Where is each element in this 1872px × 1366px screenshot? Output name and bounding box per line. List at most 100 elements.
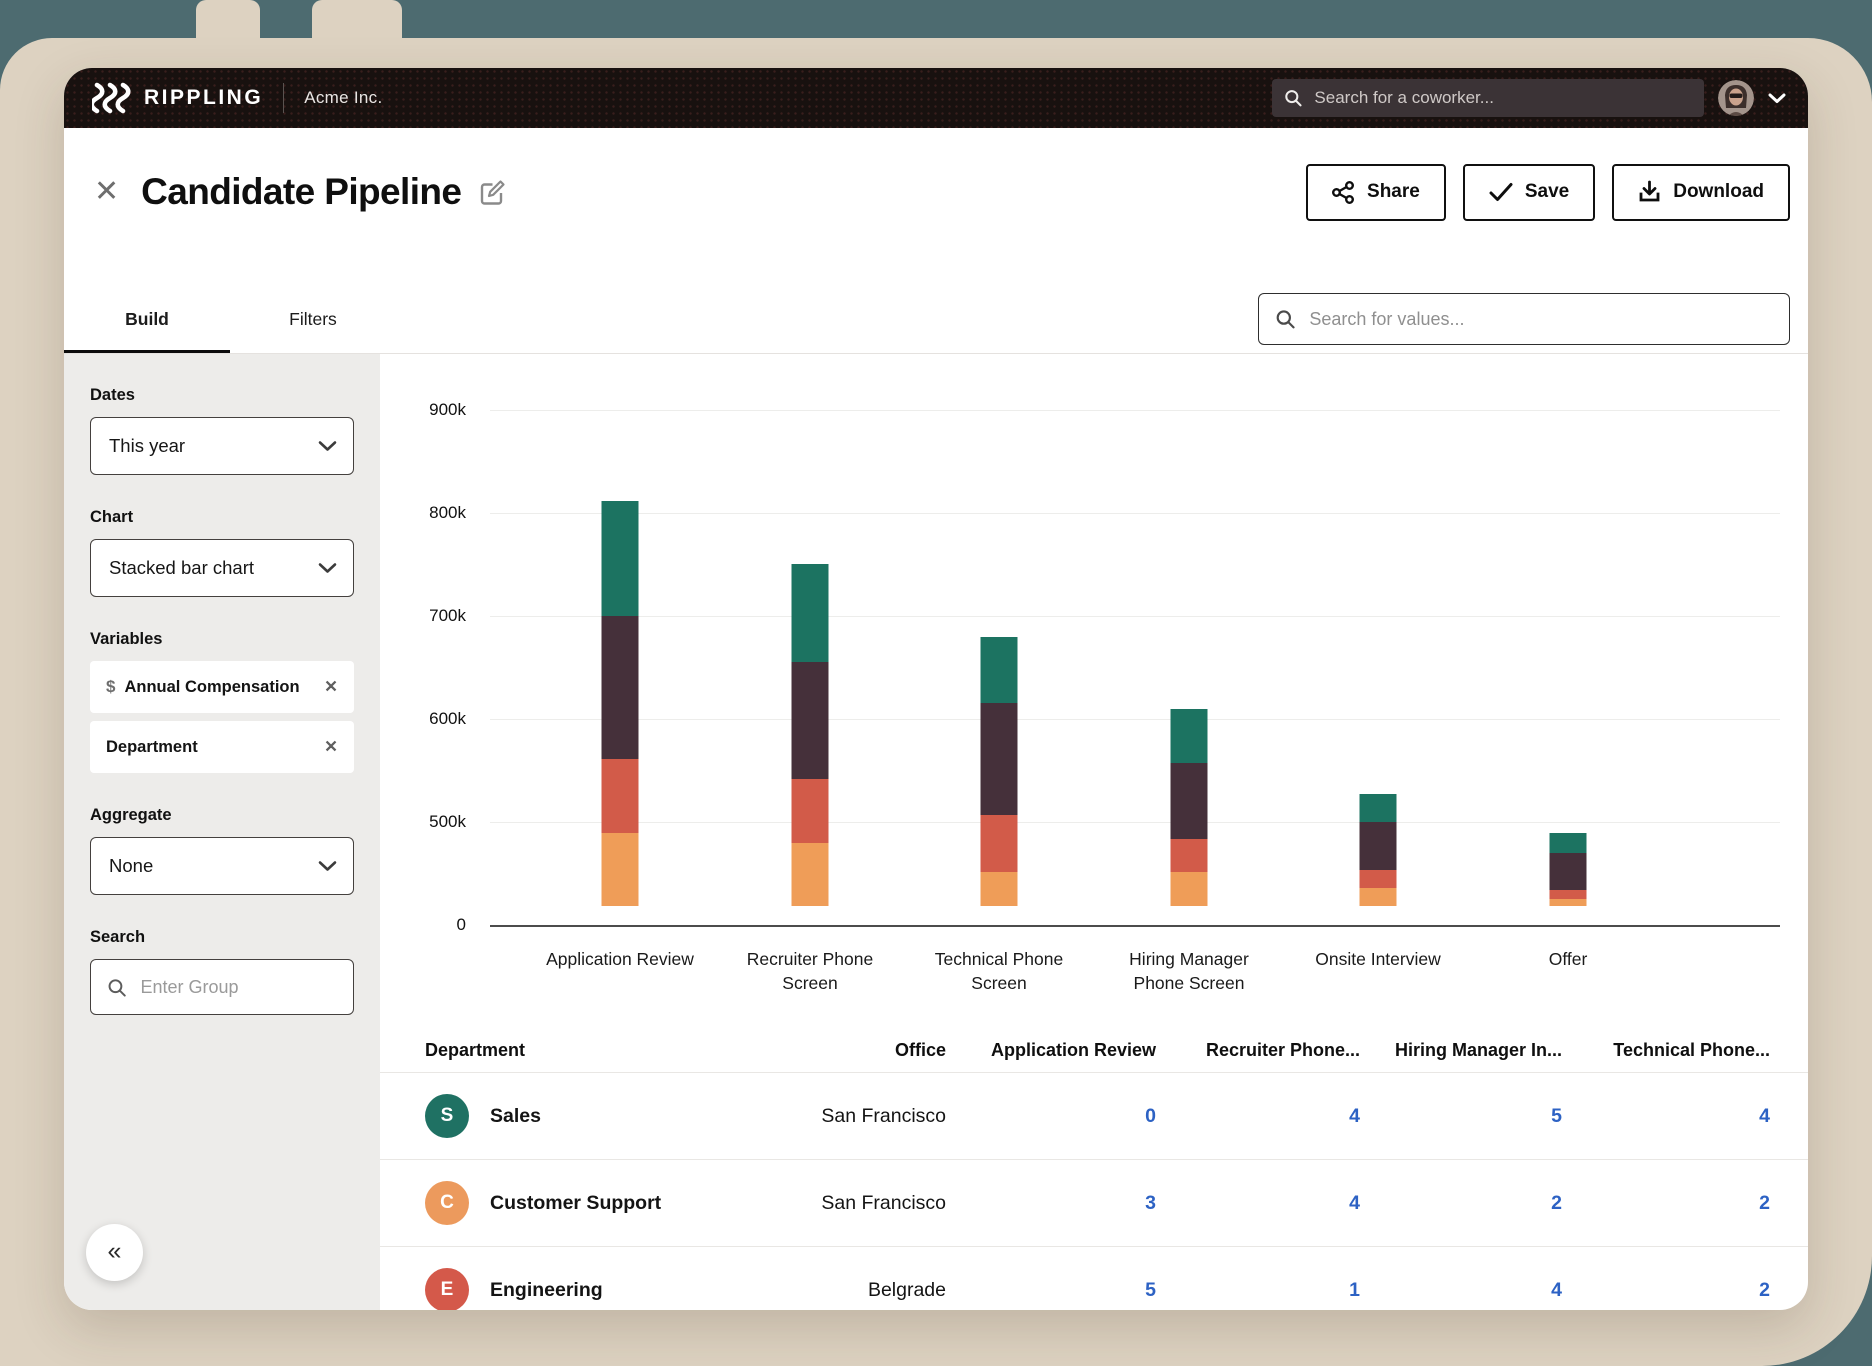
download-button-label: Download [1673,181,1764,203]
gridline [490,822,1780,823]
bar-segment-maroon[interactable] [1360,822,1397,870]
table-header-cell: Recruiter Phone... [1156,1040,1360,1061]
bar-segment-maroon[interactable] [981,703,1018,815]
bar-segment-red[interactable] [1360,870,1397,888]
share-button-label: Share [1367,181,1420,203]
report-title-row: ✕ Candidate Pipeline Share [64,128,1808,256]
stage-count-cell[interactable]: 2 [1360,1192,1562,1215]
bar-segment-orange[interactable] [602,833,639,906]
backdrop-tab-decoration [196,0,260,42]
save-button[interactable]: Save [1463,164,1595,221]
bar-segment-teal[interactable] [1171,709,1208,763]
bar-segment-red[interactable] [981,815,1018,871]
variable-chip[interactable]: Department ✕ [90,721,354,773]
aggregate-select-value: None [109,855,153,877]
stage-count-cell[interactable]: 4 [1156,1192,1360,1215]
remove-variable-icon[interactable]: ✕ [324,677,338,697]
bar-segment-maroon[interactable] [792,662,829,779]
x-axis-category-label: Recruiter Phone Screen [725,948,895,995]
values-search-input[interactable] [1307,308,1773,331]
table-header-cell: Technical Phone... [1562,1040,1770,1061]
bar-segment-red[interactable] [602,759,639,833]
stage-count-cell[interactable]: 2 [1562,1192,1770,1215]
bar-segment-teal[interactable] [1550,833,1587,854]
x-axis-category-label: Offer [1483,948,1653,972]
table-header-cell: Application Review [946,1040,1156,1061]
bar-segment-maroon[interactable] [1171,763,1208,839]
table-row[interactable]: EEngineeringBelgrade5142 [380,1246,1808,1310]
aggregate-label: Aggregate [90,806,354,825]
save-button-label: Save [1525,181,1569,203]
y-axis-tick-label: 700k [380,606,466,626]
group-search-input[interactable] [138,976,337,999]
bar-segment-maroon[interactable] [602,616,639,759]
values-search[interactable] [1258,293,1790,345]
edit-title-icon[interactable] [479,179,506,206]
stage-count-cell[interactable]: 3 [946,1192,1156,1215]
bar-segment-orange[interactable] [981,872,1018,906]
backdrop-tab-decoration [312,0,402,42]
stage-count-cell[interactable]: 5 [1360,1105,1562,1128]
stage-count-cell[interactable]: 4 [1156,1105,1360,1128]
user-avatar[interactable] [1718,80,1754,116]
brand-wordmark: RIPPLING [144,86,263,110]
chart-type-select[interactable]: Stacked bar chart [90,539,354,597]
table-row[interactable]: CCustomer SupportSan Francisco3422 [380,1159,1808,1246]
bar-segment-teal[interactable] [981,637,1018,703]
bar-segment-maroon[interactable] [1550,853,1587,890]
stage-count-cell[interactable]: 0 [946,1105,1156,1128]
variable-chip[interactable]: $ Annual Compensation ✕ [90,661,354,713]
bar-segment-red[interactable] [1550,890,1587,899]
y-axis-tick-label: 600k [380,709,466,729]
stage-count-cell[interactable]: 4 [1360,1279,1562,1302]
x-axis-category-label: Hiring Manager Phone Screen [1104,948,1274,995]
bar-segment-teal[interactable] [1360,794,1397,822]
account-chevron-down-icon[interactable] [1768,92,1786,104]
table-row[interactable]: SSalesSan Francisco0454 [380,1072,1808,1159]
department-cell: CCustomer Support [425,1181,725,1225]
x-axis-category-label: Technical Phone Screen [914,948,1084,995]
company-name: Acme Inc. [304,88,382,108]
page-title: Candidate Pipeline [141,171,461,213]
bar-segment-orange[interactable] [1550,899,1587,906]
chart-type-select-value: Stacked bar chart [109,557,254,579]
collapse-sidebar-button[interactable]: « [86,1224,143,1281]
variable-chip-label: Annual Compensation [124,678,299,697]
close-icon[interactable]: ✕ [94,177,119,207]
department-name: Engineering [490,1279,603,1302]
dollar-icon: $ [106,677,115,697]
bar-segment-teal[interactable] [792,564,829,661]
coworker-search[interactable] [1272,79,1704,117]
bar-segment-red[interactable] [1171,839,1208,871]
bar-segment-orange[interactable] [792,843,829,906]
table-header-cell: Department [425,1040,725,1061]
y-axis-tick-label: 500k [380,812,466,832]
chevron-down-icon [318,440,337,452]
coworker-search-input[interactable] [1312,87,1692,109]
variable-chip-label: Department [106,738,198,757]
rippling-logo-icon [92,82,132,114]
stage-count-cell[interactable]: 4 [1562,1105,1770,1128]
dates-select[interactable]: This year [90,417,354,475]
tab-build[interactable]: Build [64,286,230,353]
dates-select-value: This year [109,435,185,457]
stage-count-cell[interactable]: 5 [946,1279,1156,1302]
group-search[interactable] [90,959,354,1015]
office-cell: Belgrade [725,1279,946,1302]
topbar-divider [283,83,284,113]
bar-segment-teal[interactable] [602,501,639,615]
tab-filters[interactable]: Filters [230,286,396,353]
bar-segment-orange[interactable] [1360,888,1397,906]
stage-count-cell[interactable]: 2 [1562,1279,1770,1302]
bar-segment-red[interactable] [792,779,829,843]
stage-count-cell[interactable]: 1 [1156,1279,1360,1302]
search-icon [1284,88,1302,108]
bar-segment-orange[interactable] [1171,872,1208,906]
department-name: Sales [490,1105,541,1128]
share-button[interactable]: Share [1306,164,1446,221]
download-button[interactable]: Download [1612,164,1790,221]
aggregate-select[interactable]: None [90,837,354,895]
gridline [490,616,1780,617]
table-header-row: DepartmentOfficeApplication ReviewRecrui… [380,1028,1808,1072]
remove-variable-icon[interactable]: ✕ [324,737,338,757]
